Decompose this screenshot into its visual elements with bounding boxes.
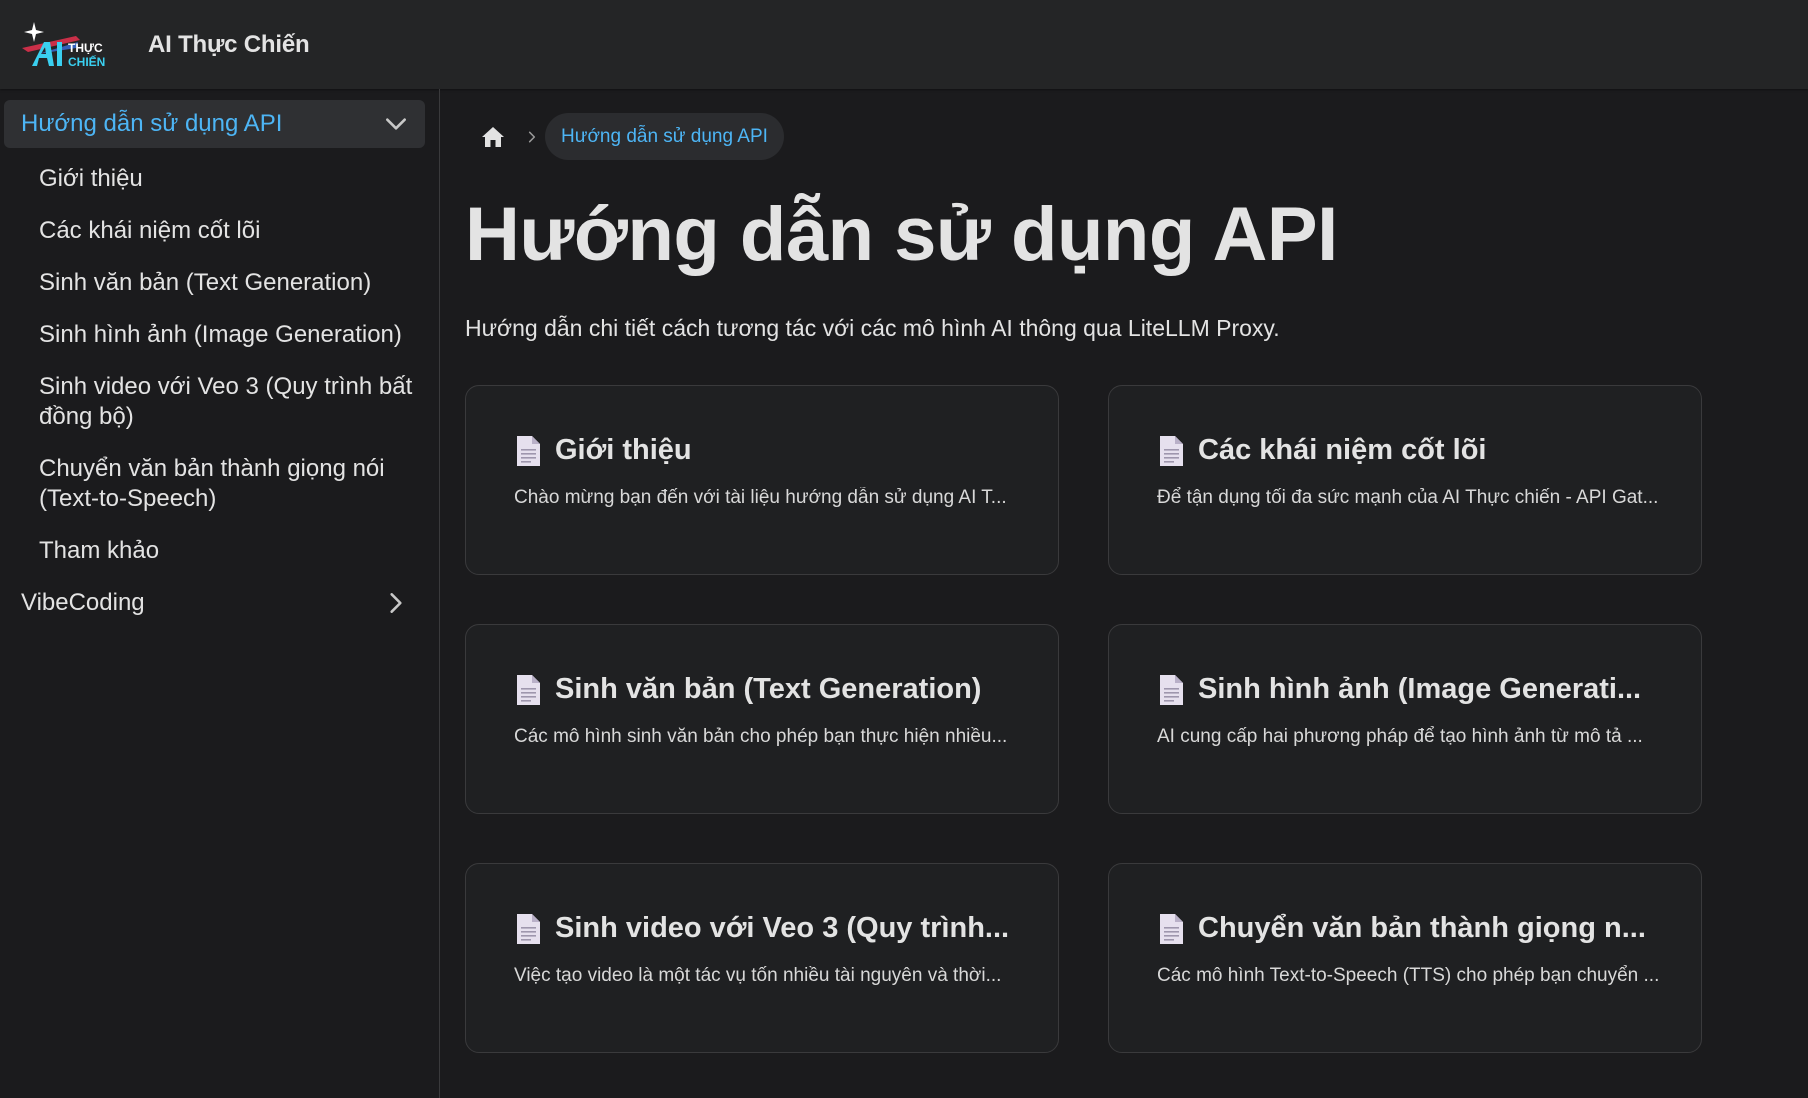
sidebar-category-vibecoding[interactable]: VibeCoding: [4, 579, 425, 627]
card-title: Sinh văn bản (Text Generation): [514, 673, 1018, 706]
card-description: Chào mừng bạn đến với tài liệu hướng dẫn…: [514, 487, 1007, 508]
sidebar-category-label: VibeCoding: [21, 589, 145, 616]
sidebar-sub-list: Giới thiệu Các khái niệm cốt lõi Sinh vă…: [4, 153, 425, 577]
brand-logo[interactable]: THỰC CHIẾN: [18, 18, 136, 72]
card-khai-niem[interactable]: Các khái niệm cốt lõi Để tận dụng tối đa…: [1108, 385, 1702, 575]
card-description: AI cung cấp hai phương pháp để tạo hình …: [1157, 726, 1643, 747]
sidebar-item-tts[interactable]: Chuyển văn bản thành giọng nói (Text-to-…: [4, 443, 425, 525]
document-icon: [1160, 674, 1183, 705]
breadcrumb-current: Hướng dẫn sử dụng API: [545, 113, 784, 160]
sidebar-item-text-generation[interactable]: Sinh văn bản (Text Generation): [4, 257, 425, 309]
page-description: Hướng dẫn chi tiết cách tương tác với cá…: [465, 315, 1280, 341]
sidebar-item-gioi-thieu[interactable]: Giới thiệu: [4, 153, 425, 205]
document-icon: [517, 913, 540, 944]
sidebar: Hướng dẫn sử dụng API Giới thiệu Các khá…: [0, 89, 440, 1098]
navbar: THỰC CHIẾN AI Thực Chiến: [0, 0, 1808, 89]
card-description: Các mô hình sinh văn bản cho phép bạn th…: [514, 726, 1008, 747]
card-grid: Giới thiệu Chào mừng bạn đến với tài liệ…: [465, 385, 1755, 1053]
chevron-right-icon: [525, 130, 539, 144]
sidebar-item-tham-khao[interactable]: Tham khảo: [4, 525, 425, 577]
sidebar-category-label: Hướng dẫn sử dụng API: [21, 110, 283, 137]
card-tts[interactable]: Chuyển văn bản thành giọng n... Các mô h…: [1108, 863, 1702, 1053]
chevron-right-icon[interactable]: [383, 590, 409, 616]
document-icon: [1160, 435, 1183, 466]
card-title: Giới thiệu: [514, 434, 1018, 467]
card-gioi-thieu[interactable]: Giới thiệu Chào mừng bạn đến với tài liệ…: [465, 385, 1059, 575]
page-title: Hướng dẫn sử dụng API: [465, 192, 1338, 277]
card-description: Các mô hình Text-to-Speech (TTS) cho phé…: [1157, 965, 1660, 986]
sidebar-item-image-generation[interactable]: Sinh hình ảnh (Image Generation): [4, 309, 425, 361]
card-title: Sinh video với Veo 3 (Quy trình...: [514, 912, 1018, 945]
card-description: Việc tạo video là một tác vụ tốn nhiều t…: [514, 965, 1002, 986]
sidebar-category-api-guide[interactable]: Hướng dẫn sử dụng API: [4, 100, 425, 148]
brand-title[interactable]: AI Thực Chiến: [148, 31, 310, 59]
logo-text-thuc: THỰC: [68, 41, 103, 55]
card-veo3[interactable]: Sinh video với Veo 3 (Quy trình... Việc …: [465, 863, 1059, 1053]
sidebar-item-veo3[interactable]: Sinh video với Veo 3 (Quy trình bất đồng…: [4, 361, 425, 443]
card-title: Chuyển văn bản thành giọng n...: [1157, 912, 1661, 945]
sidebar-item-khai-niem[interactable]: Các khái niệm cốt lõi: [4, 205, 425, 257]
main-content: Hướng dẫn sử dụng API Hướng dẫn sử dụng …: [465, 89, 1755, 1098]
home-icon[interactable]: [465, 113, 521, 160]
document-icon: [517, 674, 540, 705]
chevron-down-icon[interactable]: [383, 111, 409, 137]
document-icon: [517, 435, 540, 466]
card-title: Các khái niệm cốt lõi: [1157, 434, 1661, 467]
card-image-generation[interactable]: Sinh hình ảnh (Image Generati... AI cung…: [1108, 624, 1702, 814]
breadcrumb: Hướng dẫn sử dụng API: [465, 113, 1755, 160]
card-description: Để tận dụng tối đa sức mạnh của AI Thực …: [1157, 487, 1659, 508]
card-title: Sinh hình ảnh (Image Generati...: [1157, 673, 1661, 706]
card-text-generation[interactable]: Sinh văn bản (Text Generation) Các mô hì…: [465, 624, 1059, 814]
logo-text-chien: CHIẾN: [68, 54, 105, 69]
document-icon: [1160, 913, 1183, 944]
